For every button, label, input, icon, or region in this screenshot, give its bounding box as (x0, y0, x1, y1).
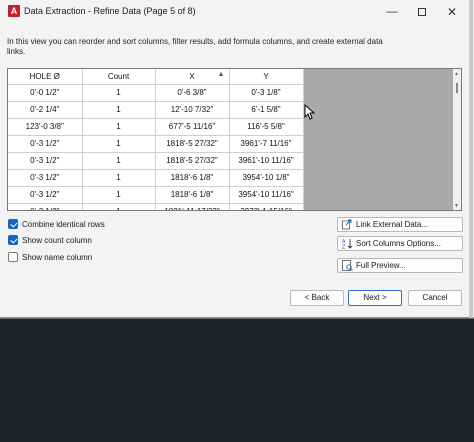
header-row: HOLE Ø Count X ▲ Y (8, 69, 304, 85)
table-row[interactable]: 0'-3 1/2" 1 1818'-6 1/8" 3954'-10 11/16" (8, 186, 304, 204)
preview-icon (342, 260, 353, 271)
table-cell[interactable]: 1 (82, 203, 156, 210)
show-count-column-label: Show count column (22, 235, 92, 245)
table-cell[interactable]: 123'-0 3/8" (8, 118, 83, 136)
table-cell[interactable]: 3954'-10 11/16" (229, 186, 304, 204)
column-header-hole[interactable]: HOLE Ø (8, 69, 83, 85)
column-header-y[interactable]: Y (229, 69, 304, 85)
link-icon (342, 219, 352, 230)
table-row[interactable]: 0'-3 1/2" 1 1818'-5 27/32" 3961'-7 11/16" (8, 135, 304, 153)
instructions-text: In this view you can reorder and sort co… (7, 37, 383, 56)
table-cell[interactable]: 0'-3 1/2" (8, 186, 83, 204)
table-row[interactable]: 0'-0 1/2" 1 0'-6 3/8" 0'-3 1/8" (8, 84, 304, 102)
table-cell[interactable]: 1821'-11 17/32" (155, 203, 230, 210)
table-cell[interactable]: 1818'-6 1/8" (155, 169, 230, 187)
table-cell[interactable]: 1818'-5 27/32" (155, 135, 230, 153)
table-cell[interactable]: 0'-3 1/2" (8, 152, 83, 170)
sort-icon: A Z (342, 239, 353, 250)
svg-text:Z: Z (342, 245, 346, 250)
table-cell[interactable]: 677'-5 11/16" (155, 118, 230, 136)
column-header-count[interactable]: Count (82, 69, 156, 85)
data-table: HOLE Ø Count X ▲ Y 0'-0 1/2" 1 0'-6 3/8" 0'-… (8, 69, 304, 210)
table-row[interactable]: 0'-3 1/2" 1 1818'-5 27/32" 3961'-10 11/16" (8, 152, 304, 170)
title-bar: A Data Extraction - Refine Data (Page 5 … (0, 0, 474, 26)
show-name-column-option[interactable]: Show name column (8, 251, 92, 263)
scrollbar-thumb[interactable] (456, 83, 458, 93)
combine-identical-rows-option[interactable]: Combine identical rows (8, 218, 105, 230)
link-external-data-label: Link External Data... (356, 220, 429, 229)
combine-identical-rows-checkbox[interactable] (8, 219, 18, 229)
table-row[interactable]: 123'-0 3/8" 1 677'-5 11/16" 116'-5 5/8" (8, 118, 304, 136)
scroll-up-icon[interactable]: ▲ (454, 71, 459, 77)
table-cell[interactable]: 0'-2 1/4" (8, 101, 83, 119)
table-cell[interactable]: 3973'-1 15/16" (229, 203, 304, 210)
next-button[interactable]: Next > (348, 290, 402, 306)
column-header-x[interactable]: X ▲ (155, 69, 230, 85)
table-cell[interactable]: 1 (82, 152, 156, 170)
show-name-column-checkbox[interactable] (8, 252, 18, 262)
table-cell[interactable]: 0'-6 3/8" (155, 84, 230, 102)
table-cell[interactable]: 1 (82, 84, 156, 102)
table-cell[interactable]: 0'-3 1/8" (229, 84, 304, 102)
table-cell[interactable]: 1 (82, 186, 156, 204)
table-cell[interactable]: 0'-3 1/2" (8, 203, 83, 210)
table-row[interactable]: 0'-3 1/2"11821'-11 17/32"3973'-1 15/16" (8, 203, 304, 210)
table-body: 0'-0 1/2" 1 0'-6 3/8" 0'-3 1/8" 0'-2 1/4" 1 12… (8, 84, 304, 210)
autocad-app-icon: A (8, 5, 20, 17)
table-row[interactable]: 0'-3 1/2" 1 1818'-6 1/8" 3954'-10 1/8" (8, 169, 304, 187)
sort-columns-options-label: Sort Columns Options... (356, 239, 441, 248)
table-cell[interactable]: 6'-1 5/8" (229, 101, 304, 119)
sort-columns-options-button[interactable]: A Z Sort Columns Options... (337, 236, 463, 251)
combine-identical-rows-label: Combine identical rows (22, 219, 105, 229)
window-title: Data Extraction - Refine Data (Page 5 of… (24, 6, 196, 16)
cancel-button[interactable]: Cancel (408, 290, 462, 306)
table-row[interactable]: 0'-2 1/4" 1 12'-10 7/32" 6'-1 5/8" (8, 101, 304, 119)
column-header-x-label: X (189, 71, 195, 81)
table-cell[interactable]: 1818'-6 1/8" (155, 186, 230, 204)
dialog-bottom-edge (0, 318, 474, 319)
link-external-data-button[interactable]: Link External Data... (337, 217, 463, 232)
table-cell[interactable]: 1 (82, 101, 156, 119)
vertical-scrollbar[interactable]: ▲ ▼ (453, 69, 461, 210)
maximize-icon (418, 8, 426, 17)
table-cell[interactable]: 0'-0 1/2" (8, 84, 83, 102)
table-cell[interactable]: 12'-10 7/32" (155, 101, 230, 119)
scroll-down-icon[interactable]: ▼ (454, 203, 459, 209)
full-preview-label: Full Preview... (356, 261, 406, 270)
show-name-column-label: Show name column (22, 252, 93, 262)
data-extraction-dialog: A Data Extraction - Refine Data (Page 5 … (0, 0, 474, 318)
table-cell[interactable]: 116'-5 5/8" (229, 118, 304, 136)
full-preview-button[interactable]: Full Preview... (337, 258, 463, 273)
table-cell[interactable]: 1 (82, 135, 156, 153)
mouse-cursor-icon (304, 104, 316, 120)
table-cell[interactable]: 3961'-10 11/16" (229, 152, 304, 170)
data-grid[interactable]: HOLE Ø Count X ▲ Y 0'-0 1/2" 1 0'-6 3/8" 0'-… (7, 68, 462, 211)
table-cell[interactable]: 1 (82, 118, 156, 136)
show-count-column-checkbox[interactable] (8, 235, 18, 245)
table-cell[interactable]: 0'-3 1/2" (8, 135, 83, 153)
table-cell[interactable]: 1 (82, 169, 156, 187)
table-cell[interactable]: 1818'-5 27/32" (155, 152, 230, 170)
table-cell[interactable]: 0'-3 1/2" (8, 169, 83, 187)
table-cell[interactable]: 3954'-10 1/8" (229, 169, 304, 187)
close-button[interactable]: ✕ (434, 0, 470, 24)
table-cell[interactable]: 3961'-7 11/16" (229, 135, 304, 153)
desktop-scrollbar (469, 0, 473, 318)
back-button[interactable]: < Back (290, 290, 344, 306)
show-count-column-option[interactable]: Show count column (8, 234, 92, 246)
sort-ascending-icon: ▲ (217, 71, 225, 78)
